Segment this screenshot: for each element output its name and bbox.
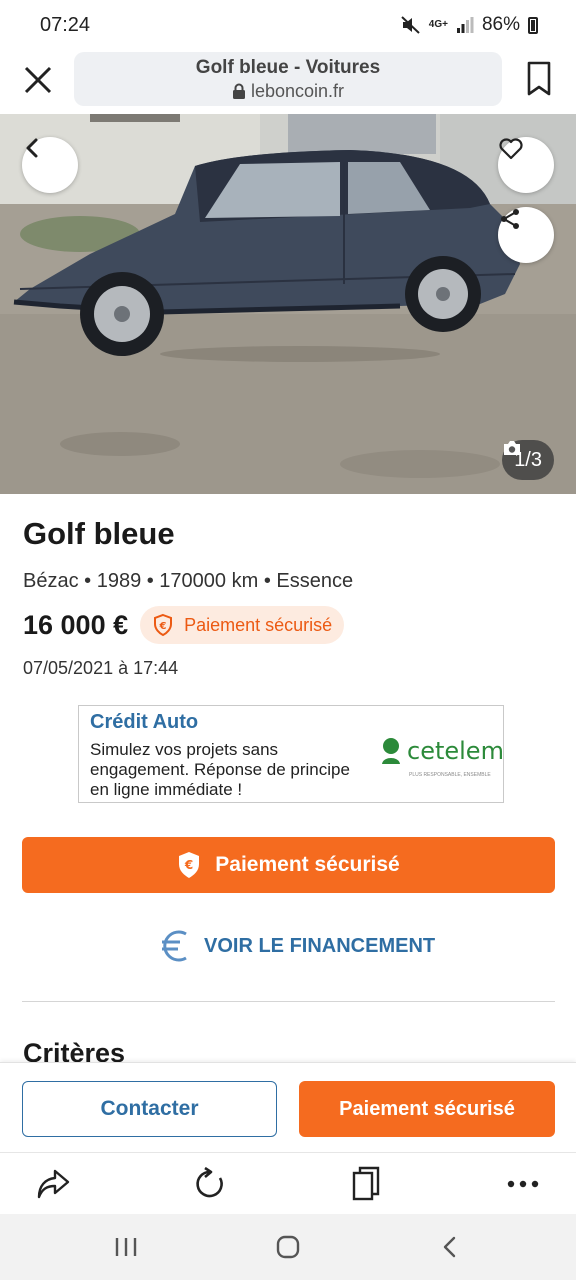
secure-payment-sticky-button[interactable]: Paiement sécurisé — [299, 1081, 555, 1137]
secure-payment-button[interactable]: € Paiement sécurisé — [22, 837, 555, 893]
section-divider — [22, 1001, 555, 1002]
status-time: 07:24 — [40, 14, 91, 36]
battery-icon — [528, 16, 538, 34]
secure-payment-badge[interactable]: € Paiement sécurisé — [140, 606, 345, 644]
bookmark-button[interactable] — [524, 60, 554, 98]
share-button[interactable] — [498, 207, 554, 263]
status-icons: 4G+ 86% — [401, 14, 538, 36]
secure-badge-text: Paiement sécurisé — [184, 614, 333, 635]
signal-icon — [456, 17, 474, 33]
sticky-action-bar: Contacter Paiement sécurisé — [0, 1062, 576, 1152]
favorite-button[interactable] — [498, 137, 554, 193]
browser-address-bar: Golf bleue - Voitures leboncoin.fr — [0, 52, 576, 114]
euro-shield-icon: € — [179, 852, 200, 878]
network-4g-icon: 4G+ — [428, 19, 448, 30]
banner-title: Crédit Auto — [90, 711, 199, 733]
reload-button[interactable] — [190, 1165, 230, 1203]
url-domain: leboncoin.fr — [74, 81, 502, 102]
cetelem-word: cetelem — [407, 737, 504, 765]
price-row: 16 000 € € Paiement sécurisé — [23, 606, 345, 644]
cetelem-tagline: PLUS RESPONSABLE, ENSEMBLE — [409, 772, 491, 778]
more-button[interactable] — [503, 1165, 543, 1203]
secure-payment-label: Paiement sécurisé — [215, 853, 400, 876]
contact-button[interactable]: Contacter — [22, 1081, 277, 1137]
reload-icon — [196, 1167, 223, 1198]
domain-text: leboncoin.fr — [250, 81, 345, 101]
gallery-back-button[interactable] — [22, 137, 78, 193]
tabs-button[interactable] — [346, 1165, 386, 1203]
cetelem-person-icon — [382, 738, 400, 764]
euro-shield-icon: € — [154, 613, 173, 637]
criteria-heading: Critères — [23, 1038, 126, 1062]
browser-toolbar — [0, 1152, 576, 1214]
home-button[interactable] — [270, 1232, 306, 1262]
close-button[interactable] — [20, 62, 56, 98]
back-icon — [443, 1236, 456, 1258]
forward-share-icon — [37, 1169, 70, 1199]
ad-title: Golf bleue — [23, 516, 175, 551]
ad-meta: Bézac • 1989 • 170000 km • Essence — [23, 570, 354, 592]
system-nav-bar — [0, 1214, 576, 1280]
recent-apps-button[interactable] — [108, 1232, 144, 1262]
url-box[interactable]: Golf bleue - Voitures leboncoin.fr — [74, 52, 502, 106]
euro-icon — [162, 930, 187, 962]
financing-link[interactable]: VOIR LE FINANCEMENT — [156, 926, 435, 966]
ad-date: 07/05/2021 à 17:44 — [23, 658, 179, 678]
share-icon — [501, 209, 519, 229]
page-title: Golf bleue - Voitures — [195, 57, 381, 78]
mute-icon — [401, 16, 420, 34]
svg-text:€: € — [159, 621, 167, 632]
camera-icon — [504, 441, 521, 455]
close-icon — [24, 66, 52, 94]
share-page-button[interactable] — [33, 1165, 73, 1203]
back-button[interactable] — [432, 1232, 468, 1262]
more-icon — [507, 1180, 539, 1188]
heart-icon — [499, 138, 523, 160]
battery-percent: 86% — [481, 14, 520, 35]
home-icon — [276, 1235, 300, 1259]
financing-label: VOIR LE FINANCEMENT — [204, 934, 436, 957]
credit-banner[interactable]: Crédit Auto Simulez vos projets sans eng… — [78, 705, 504, 803]
bookmark-icon — [527, 61, 551, 96]
cetelem-logo: cetelem — [379, 736, 504, 766]
lock-icon — [232, 83, 245, 99]
svg-text:€: € — [184, 858, 193, 872]
ad-photo[interactable]: 1/3 — [0, 114, 576, 494]
back-arrow-icon — [26, 138, 38, 158]
recent-apps-icon — [115, 1238, 137, 1256]
status-bar: 07:24 4G+ 86% — [0, 0, 576, 52]
tabs-icon — [352, 1166, 380, 1201]
car-photo — [0, 114, 576, 494]
banner-text: Simulez vos projets sans engagement. Rép… — [90, 740, 350, 799]
photo-counter[interactable]: 1/3 — [502, 440, 554, 480]
ad-price: 16 000 € — [23, 609, 129, 640]
